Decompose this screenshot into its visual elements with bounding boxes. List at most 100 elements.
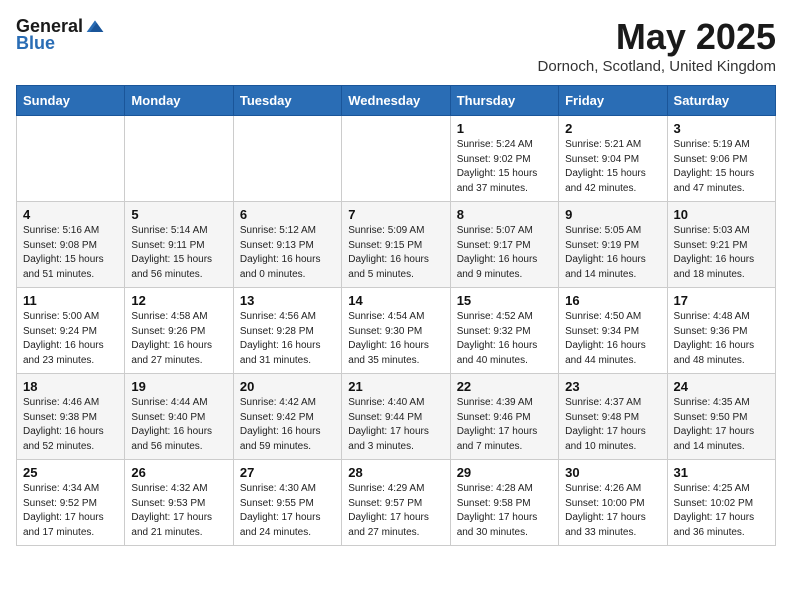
week-row-2: 4Sunrise: 5:16 AMSunset: 9:08 PMDaylight…: [17, 202, 776, 288]
day-number: 8: [457, 207, 552, 222]
calendar-title: May 2025: [538, 16, 776, 58]
day-number: 1: [457, 121, 552, 136]
day-number: 13: [240, 293, 335, 308]
day-number: 28: [348, 465, 443, 480]
day-number: 7: [348, 207, 443, 222]
day-number: 18: [23, 379, 118, 394]
day-info: Sunrise: 5:14 AMSunset: 9:11 PMDaylight:…: [131, 224, 226, 282]
day-cell: 10Sunrise: 5:03 AMSunset: 9:21 PMDayligh…: [667, 202, 775, 288]
day-info: Sunrise: 5:05 AMSunset: 9:19 PMDaylight:…: [565, 224, 660, 282]
calendar-location: Dornoch, Scotland, United Kingdom: [538, 58, 776, 75]
day-info: Sunrise: 4:42 AMSunset: 9:42 PMDaylight:…: [240, 396, 335, 454]
day-info: Sunrise: 5:12 AMSunset: 9:13 PMDaylight:…: [240, 224, 335, 282]
day-number: 26: [131, 465, 226, 480]
day-number: 20: [240, 379, 335, 394]
col-header-monday: Monday: [125, 86, 233, 116]
day-number: 17: [674, 293, 769, 308]
day-info: Sunrise: 4:28 AMSunset: 9:58 PMDaylight:…: [457, 482, 552, 540]
day-cell: 25Sunrise: 4:34 AMSunset: 9:52 PMDayligh…: [17, 460, 125, 546]
col-header-thursday: Thursday: [450, 86, 558, 116]
day-info: Sunrise: 5:09 AMSunset: 9:15 PMDaylight:…: [348, 224, 443, 282]
header-row: SundayMondayTuesdayWednesdayThursdayFrid…: [17, 86, 776, 116]
day-cell: 19 Sunrise: 4:44 AMSunset: 9:40 PMDayligh…: [125, 374, 233, 460]
day-cell: 11Sunrise: 5:00 AMSunset: 9:24 PMDayligh…: [17, 288, 125, 374]
day-cell: 27Sunrise: 4:30 AMSunset: 9:55 PMDayligh…: [233, 460, 341, 546]
day-cell: 8 Sunrise: 5:07 AMSunset: 9:17 PMDaylight…: [450, 202, 558, 288]
day-cell: 16 Sunrise: 4:50 AMSunset: 9:34 PMDayligh…: [559, 288, 667, 374]
day-info: Sunrise: 5:16 AMSunset: 9:08 PMDaylight:…: [23, 224, 118, 282]
day-cell: 5 Sunrise: 5:14 AMSunset: 9:11 PMDaylight…: [125, 202, 233, 288]
day-cell: 28 Sunrise: 4:29 AMSunset: 9:57 PMDayligh…: [342, 460, 450, 546]
day-info: Sunrise: 5:21 AMSunset: 9:04 PMDaylight:…: [565, 138, 660, 196]
day-cell: 6 Sunrise: 5:12 AMSunset: 9:13 PMDaylight…: [233, 202, 341, 288]
day-cell: 20 Sunrise: 4:42 AMSunset: 9:42 PMDayligh…: [233, 374, 341, 460]
day-cell: 29 Sunrise: 4:28 AMSunset: 9:58 PMDayligh…: [450, 460, 558, 546]
day-number: 2: [565, 121, 660, 136]
day-info: Sunrise: 5:00 AMSunset: 9:24 PMDaylight:…: [23, 310, 118, 368]
day-number: 19: [131, 379, 226, 394]
logo-blue: Blue: [16, 33, 55, 54]
day-info: Sunrise: 5:24 AMSunset: 9:02 PMDaylight:…: [457, 138, 552, 196]
week-row-3: 11Sunrise: 5:00 AMSunset: 9:24 PMDayligh…: [17, 288, 776, 374]
day-info: Sunrise: 4:40 AMSunset: 9:44 PMDaylight:…: [348, 396, 443, 454]
day-info: Sunrise: 4:37 AMSunset: 9:48 PMDaylight:…: [565, 396, 660, 454]
day-info: Sunrise: 4:39 AMSunset: 9:46 PMDaylight:…: [457, 396, 552, 454]
day-cell: 2 Sunrise: 5:21 AMSunset: 9:04 PMDaylight…: [559, 116, 667, 202]
day-number: 5: [131, 207, 226, 222]
day-info: Sunrise: 4:54 AMSunset: 9:30 PMDaylight:…: [348, 310, 443, 368]
logo: General Blue: [16, 16, 105, 54]
day-number: 12: [131, 293, 226, 308]
day-info: Sunrise: 4:52 AMSunset: 9:32 PMDaylight:…: [457, 310, 552, 368]
day-cell: 3Sunrise: 5:19 AMSunset: 9:06 PMDaylight…: [667, 116, 775, 202]
day-number: 21: [348, 379, 443, 394]
day-number: 30: [565, 465, 660, 480]
title-block: May 2025 Dornoch, Scotland, United Kingd…: [538, 16, 776, 75]
day-cell: 7 Sunrise: 5:09 AMSunset: 9:15 PMDaylight…: [342, 202, 450, 288]
day-number: 25: [23, 465, 118, 480]
page-header: General Blue May 2025 Dornoch, Scotland,…: [16, 16, 776, 75]
day-info: Sunrise: 4:29 AMSunset: 9:57 PMDaylight:…: [348, 482, 443, 540]
day-info: Sunrise: 4:26 AMSunset: 10:00 PMDaylight…: [565, 482, 660, 540]
day-number: 29: [457, 465, 552, 480]
day-info: Sunrise: 4:46 AMSunset: 9:38 PMDaylight:…: [23, 396, 118, 454]
week-row-1: 1 Sunrise: 5:24 AMSunset: 9:02 PMDaylight…: [17, 116, 776, 202]
day-number: 14: [348, 293, 443, 308]
day-info: Sunrise: 4:35 AMSunset: 9:50 PMDaylight:…: [674, 396, 769, 454]
day-cell: 1 Sunrise: 5:24 AMSunset: 9:02 PMDaylight…: [450, 116, 558, 202]
day-info: Sunrise: 4:25 AMSunset: 10:02 PMDaylight…: [674, 482, 769, 540]
day-number: 23: [565, 379, 660, 394]
day-number: 6: [240, 207, 335, 222]
day-cell: [233, 116, 341, 202]
day-info: Sunrise: 4:48 AMSunset: 9:36 PMDaylight:…: [674, 310, 769, 368]
day-number: 3: [674, 121, 769, 136]
day-number: 9: [565, 207, 660, 222]
col-header-sunday: Sunday: [17, 86, 125, 116]
day-cell: 18 Sunrise: 4:46 AMSunset: 9:38 PMDayligh…: [17, 374, 125, 460]
day-info: Sunrise: 4:50 AMSunset: 9:34 PMDaylight:…: [565, 310, 660, 368]
day-cell: 13Sunrise: 4:56 AMSunset: 9:28 PMDayligh…: [233, 288, 341, 374]
day-cell: 12 Sunrise: 4:58 AMSunset: 9:26 PMDayligh…: [125, 288, 233, 374]
day-number: 24: [674, 379, 769, 394]
day-cell: 24 Sunrise: 4:35 AMSunset: 9:50 PMDayligh…: [667, 374, 775, 460]
day-cell: 26Sunrise: 4:32 AMSunset: 9:53 PMDayligh…: [125, 460, 233, 546]
day-cell: [342, 116, 450, 202]
col-header-saturday: Saturday: [667, 86, 775, 116]
day-cell: [17, 116, 125, 202]
day-cell: 4Sunrise: 5:16 AMSunset: 9:08 PMDaylight…: [17, 202, 125, 288]
day-number: 16: [565, 293, 660, 308]
week-row-4: 18 Sunrise: 4:46 AMSunset: 9:38 PMDayligh…: [17, 374, 776, 460]
day-number: 10: [674, 207, 769, 222]
day-info: Sunrise: 4:44 AMSunset: 9:40 PMDaylight:…: [131, 396, 226, 454]
day-number: 15: [457, 293, 552, 308]
day-cell: 14 Sunrise: 4:54 AMSunset: 9:30 PMDayligh…: [342, 288, 450, 374]
day-cell: 23 Sunrise: 4:37 AMSunset: 9:48 PMDayligh…: [559, 374, 667, 460]
day-cell: 21 Sunrise: 4:40 AMSunset: 9:44 PMDayligh…: [342, 374, 450, 460]
col-header-wednesday: Wednesday: [342, 86, 450, 116]
day-cell: 22Sunrise: 4:39 AMSunset: 9:46 PMDayligh…: [450, 374, 558, 460]
calendar-table: SundayMondayTuesdayWednesdayThursdayFrid…: [16, 85, 776, 546]
day-info: Sunrise: 5:07 AMSunset: 9:17 PMDaylight:…: [457, 224, 552, 282]
day-cell: [125, 116, 233, 202]
day-info: Sunrise: 4:58 AMSunset: 9:26 PMDaylight:…: [131, 310, 226, 368]
day-cell: 31Sunrise: 4:25 AMSunset: 10:02 PMDaylig…: [667, 460, 775, 546]
logo-icon: [85, 17, 105, 37]
